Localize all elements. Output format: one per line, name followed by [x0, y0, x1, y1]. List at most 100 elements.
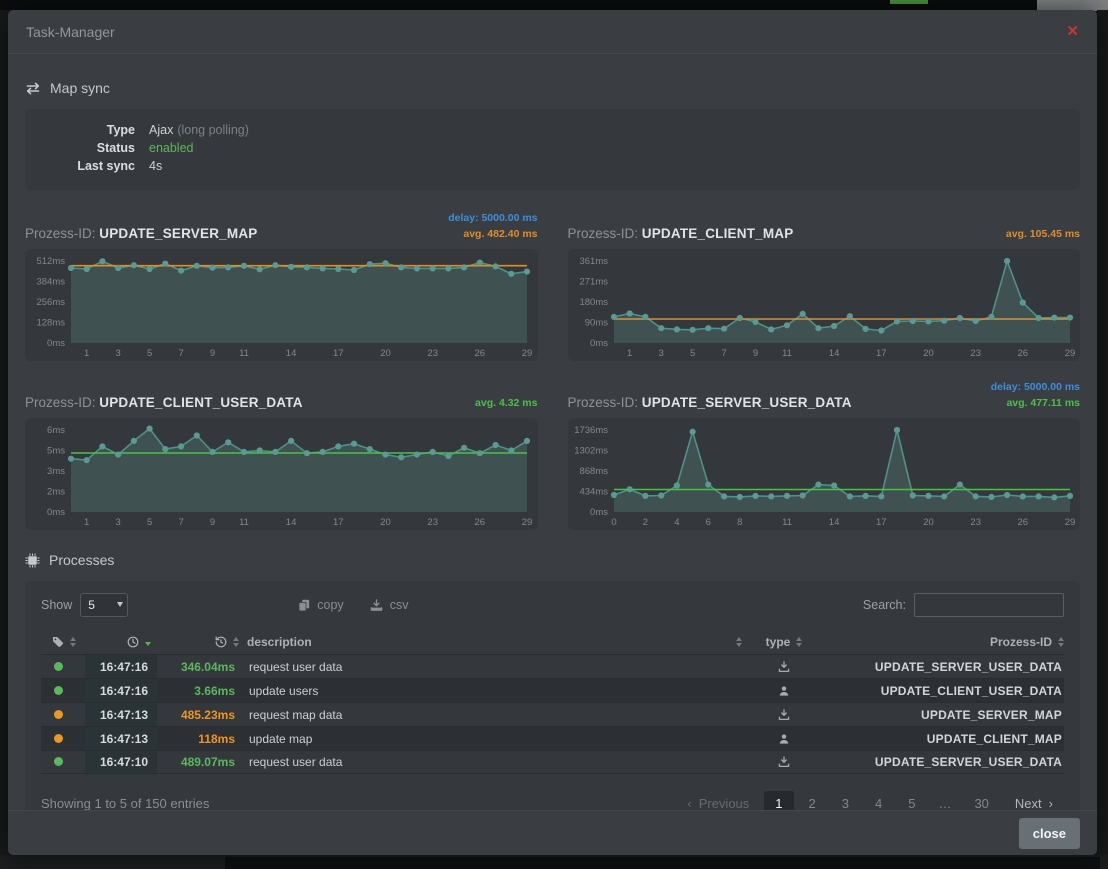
type-cell [744, 709, 824, 721]
svg-text:26: 26 [475, 517, 486, 528]
lastsync-value: 4s [149, 157, 162, 175]
column-duration[interactable] [157, 636, 247, 648]
page-length-select[interactable]: 5 [80, 593, 128, 617]
download-icon [778, 709, 790, 721]
background-accent [890, 0, 928, 4]
pagination-page-30[interactable]: 30 [963, 791, 999, 811]
sort-desc-icon [145, 638, 151, 646]
svg-text:3: 3 [116, 348, 121, 359]
svg-text:11: 11 [239, 348, 249, 359]
svg-text:2: 2 [642, 517, 647, 528]
status-cell [41, 732, 85, 746]
close-button[interactable]: close [1019, 818, 1080, 849]
chart-area: 1736ms1302ms868ms434ms0ms024681114172023… [568, 418, 1081, 530]
svg-text:6ms: 6ms [47, 425, 65, 436]
pagination-previous[interactable]: ‹Previous [676, 791, 760, 811]
pagination-page-1[interactable]: 1 [764, 791, 793, 811]
column-description[interactable]: description [247, 635, 744, 649]
sort-icon [70, 637, 76, 647]
svg-text:14: 14 [828, 348, 839, 359]
info-label: Type [41, 121, 149, 139]
svg-text:361ms: 361ms [579, 256, 608, 267]
charts-grid: Prozess-ID: UPDATE_SERVER_MAP delay: 500… [25, 208, 1080, 530]
chart-svg: 6ms5ms3ms2ms0ms1357911141720232629 [25, 418, 537, 530]
svg-text:7: 7 [721, 348, 726, 359]
history-icon [214, 636, 227, 648]
svg-text:2ms: 2ms [47, 487, 65, 498]
chart-title: Prozess-ID: UPDATE_CLIENT_USER_DATA [25, 395, 303, 411]
search-label: Search: [863, 598, 906, 612]
background-page [0, 0, 1108, 10]
status-dot [54, 757, 63, 766]
prozess-id-cell: UPDATE_SERVER_USER_DATA [824, 755, 1064, 769]
delay-stat [1006, 210, 1080, 226]
background-page [1097, 10, 1108, 855]
svg-text:0ms: 0ms [590, 507, 608, 518]
chip-icon [25, 553, 40, 568]
info-row-type: Type Ajax(long polling) [41, 121, 1064, 139]
svg-text:26: 26 [1017, 348, 1028, 359]
processes-heading: Processes [25, 552, 1080, 568]
close-icon[interactable]: ✕ [1066, 24, 1079, 39]
modal-header: Task-Manager ✕ [8, 10, 1097, 54]
chart-svg: 512ms384ms256ms128ms0ms13579111417202326… [25, 249, 537, 361]
status-dot [54, 686, 63, 695]
pagination-page-3[interactable]: 3 [831, 791, 860, 811]
chart-update-client-user-data: Prozess-ID: UPDATE_CLIENT_USER_DATA avg.… [25, 377, 538, 530]
chart-area: 512ms384ms256ms128ms0ms13579111417202326… [25, 249, 538, 361]
table-row: 16:47:16346.04msrequest user dataUPDATE_… [41, 654, 1064, 678]
column-time[interactable] [85, 636, 157, 648]
svg-text:7: 7 [178, 517, 183, 528]
processes-heading-label: Processes [49, 552, 114, 568]
svg-text:434ms: 434ms [579, 487, 608, 498]
info-row-lastsync: Last sync 4s [41, 157, 1064, 175]
svg-text:128ms: 128ms [36, 318, 65, 329]
status-cell [41, 708, 85, 722]
column-type[interactable]: type [744, 635, 824, 649]
description-cell: request map data [247, 708, 744, 722]
time-cell: 16:47:13 [85, 727, 157, 750]
pagination-page-2[interactable]: 2 [798, 791, 827, 811]
pagination-page-5[interactable]: 5 [897, 791, 926, 811]
background-page [225, 857, 1100, 869]
chart-update-client-map: Prozess-ID: UPDATE_CLIENT_MAP avg. 105.4… [568, 208, 1081, 361]
svg-text:11: 11 [239, 517, 249, 528]
svg-text:23: 23 [427, 348, 438, 359]
modal-body: Map sync Type Ajax(long polling) Status … [8, 54, 1097, 810]
type-cell [744, 661, 824, 673]
column-prozess-id[interactable]: Prozess-ID [824, 635, 1064, 649]
svg-text:8: 8 [737, 517, 742, 528]
pagination-next[interactable]: Next› [1004, 791, 1064, 811]
background-page [0, 10, 8, 855]
svg-text:14: 14 [286, 517, 297, 528]
table-row: 16:47:13118msupdate mapUPDATE_CLIENT_MAP [41, 726, 1064, 750]
clock-icon [127, 636, 139, 648]
table-header-row: description type Prozess-ID [41, 629, 1064, 654]
svg-text:9: 9 [752, 348, 757, 359]
status-cell [41, 755, 85, 769]
table-controls: Show 5 copy [41, 592, 1064, 618]
sort-icon [233, 637, 239, 647]
svg-text:26: 26 [475, 348, 486, 359]
prozess-id-cell: UPDATE_CLIENT_USER_DATA [824, 684, 1064, 698]
pagination-page-4[interactable]: 4 [864, 791, 893, 811]
svg-text:9: 9 [210, 517, 215, 528]
svg-text:11: 11 [782, 348, 792, 359]
svg-text:271ms: 271ms [579, 277, 608, 288]
time-cell: 16:47:10 [85, 751, 157, 773]
svg-text:1736ms: 1736ms [574, 425, 608, 436]
copy-button[interactable]: copy [298, 598, 343, 612]
svg-text:14: 14 [286, 348, 297, 359]
svg-text:4: 4 [674, 517, 679, 528]
delay-stat: delay: 5000.00 ms [991, 379, 1080, 395]
map-sync-heading-label: Map sync [50, 80, 110, 96]
duration-cell: 346.04ms [157, 660, 247, 674]
column-status[interactable] [41, 636, 85, 648]
chart-stats: avg. 105.45 ms [1006, 210, 1080, 242]
search-input[interactable] [914, 593, 1064, 617]
svg-text:512ms: 512ms [36, 256, 65, 267]
copy-icon [298, 599, 310, 612]
svg-text:20: 20 [380, 348, 391, 359]
csv-button[interactable]: csv [370, 598, 409, 612]
table-footer: Showing 1 to 5 of 150 entries ‹Previous1… [41, 788, 1064, 810]
